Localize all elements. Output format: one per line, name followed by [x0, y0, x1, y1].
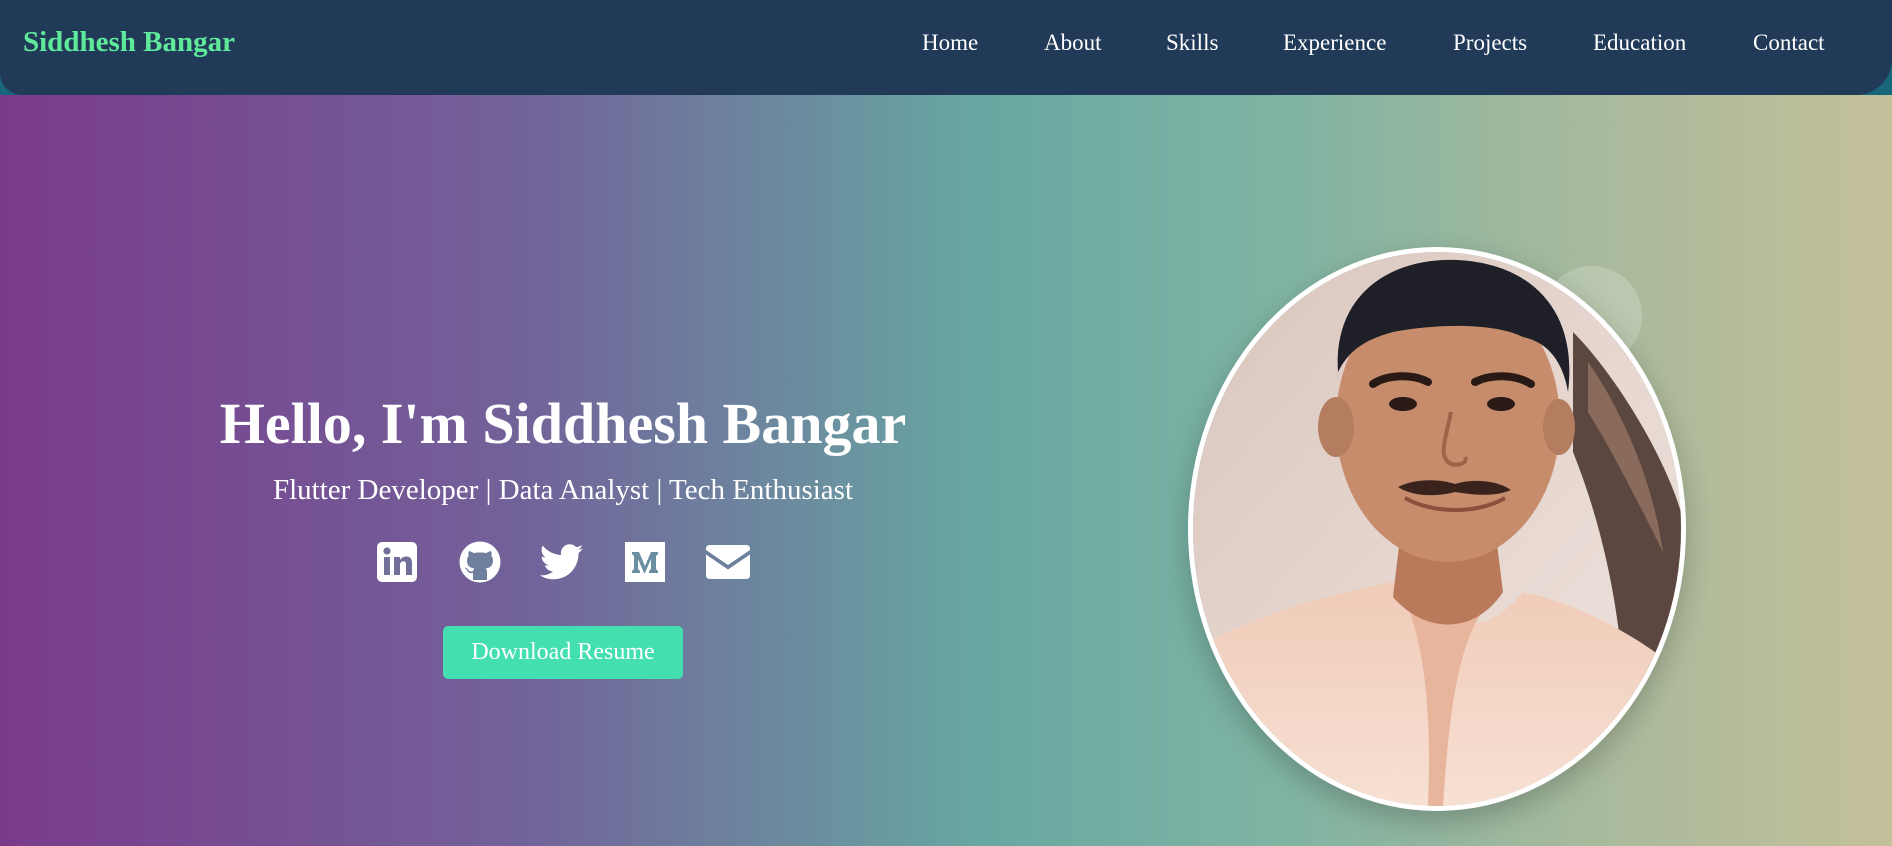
- nav-item-education[interactable]: Education: [1593, 30, 1686, 56]
- download-resume-button[interactable]: Download Resume: [443, 626, 683, 679]
- hero-subtitle: Flutter Developer | Data Analyst | Tech …: [272, 474, 854, 506]
- github-icon[interactable]: [458, 540, 502, 584]
- email-icon[interactable]: [705, 540, 750, 584]
- profile-photo: [1188, 247, 1686, 811]
- hero-title: Hello, I'm Siddhesh Bangar: [219, 391, 907, 456]
- navbar: Siddhesh Bangar Home About Skills Experi…: [0, 0, 1892, 95]
- nav-item-about[interactable]: About: [1044, 30, 1102, 56]
- medium-icon[interactable]: [623, 540, 667, 584]
- nav-item-home[interactable]: Home: [922, 30, 978, 56]
- twitter-icon[interactable]: [539, 540, 584, 584]
- brand-logo[interactable]: Siddhesh Bangar: [23, 26, 235, 59]
- linkedin-icon[interactable]: [375, 540, 419, 584]
- nav-item-experience[interactable]: Experience: [1283, 30, 1386, 56]
- nav-item-contact[interactable]: Contact: [1753, 30, 1825, 56]
- nav-item-projects[interactable]: Projects: [1453, 30, 1527, 56]
- nav-item-skills[interactable]: Skills: [1166, 30, 1218, 56]
